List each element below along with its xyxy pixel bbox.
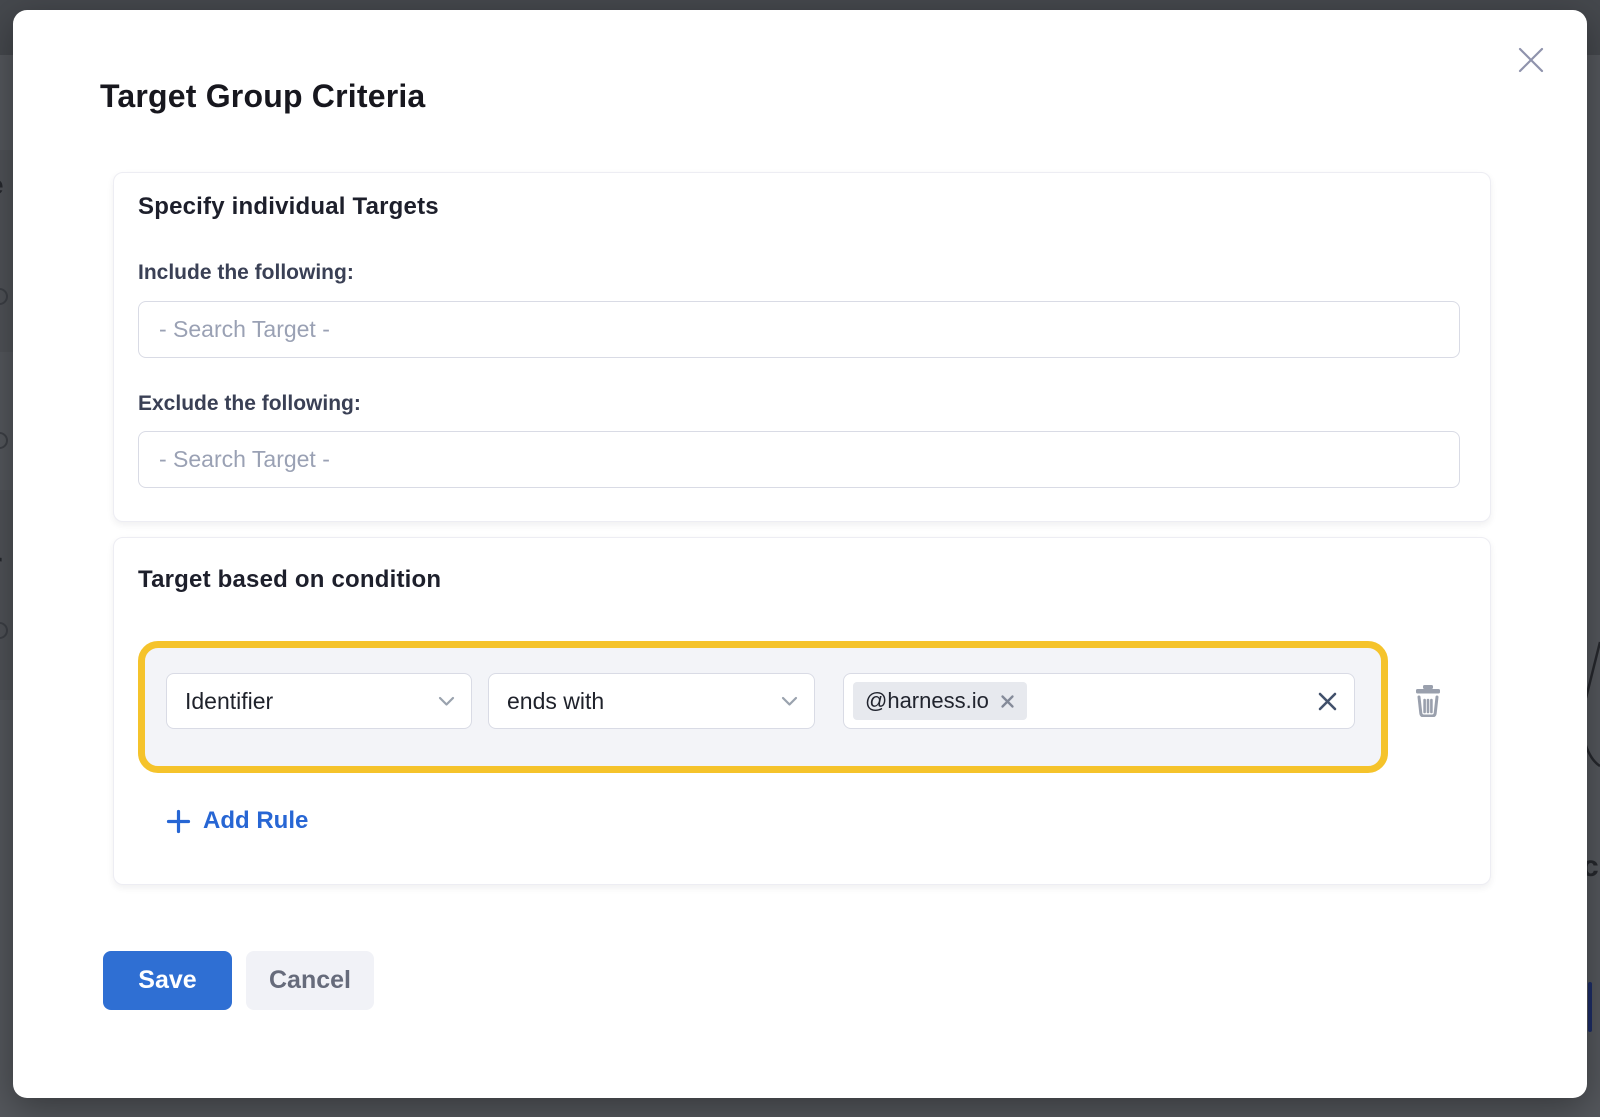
operator-select[interactable]: ends with xyxy=(488,673,815,729)
exclude-label: Exclude the following: xyxy=(138,392,361,416)
background-bar-fragment xyxy=(1588,982,1592,1032)
attribute-select-value: Identifier xyxy=(185,688,273,715)
trash-icon xyxy=(1414,685,1442,717)
add-rule-label: Add Rule xyxy=(203,807,308,835)
values-tag-input[interactable]: @harness.io xyxy=(843,673,1355,729)
background-text-fragment: r xyxy=(0,546,2,582)
close-icon xyxy=(1516,45,1546,75)
chevron-down-icon xyxy=(438,696,455,707)
clear-icon[interactable] xyxy=(1317,691,1338,712)
value-chip: @harness.io xyxy=(853,682,1027,720)
chevron-down-icon xyxy=(781,696,798,707)
save-button[interactable]: Save xyxy=(103,951,232,1010)
add-rule-button[interactable]: Add Rule xyxy=(166,807,308,835)
background-card-band xyxy=(0,490,14,700)
include-label: Include the following: xyxy=(138,261,354,285)
condition-heading: Target based on condition xyxy=(138,566,441,594)
delete-rule-button[interactable] xyxy=(1410,682,1446,720)
individual-targets-heading: Specify individual Targets xyxy=(138,193,439,221)
target-group-criteria-dialog: Target Group Criteria Specify individual… xyxy=(13,10,1587,1098)
background-text-fragment: pe xyxy=(0,170,4,201)
include-target-search-input[interactable] xyxy=(138,301,1460,358)
operator-select-value: ends with xyxy=(507,688,604,715)
background-radio-fragment xyxy=(0,432,8,449)
exclude-target-search-input[interactable] xyxy=(138,431,1460,488)
close-button[interactable] xyxy=(1509,38,1553,82)
cancel-button[interactable]: Cancel xyxy=(246,951,374,1010)
value-chip-label: @harness.io xyxy=(865,688,989,714)
plus-icon xyxy=(166,809,191,834)
remove-tag-icon[interactable] xyxy=(1000,694,1015,709)
attribute-select[interactable]: Identifier xyxy=(166,673,472,729)
condition-rule-row: Identifier ends with @harness.io xyxy=(138,641,1388,773)
individual-targets-card: Specify individual Targets Include the f… xyxy=(113,172,1491,522)
condition-card: Target based on condition Identifier end… xyxy=(113,537,1491,885)
page-title: Target Group Criteria xyxy=(100,78,425,115)
